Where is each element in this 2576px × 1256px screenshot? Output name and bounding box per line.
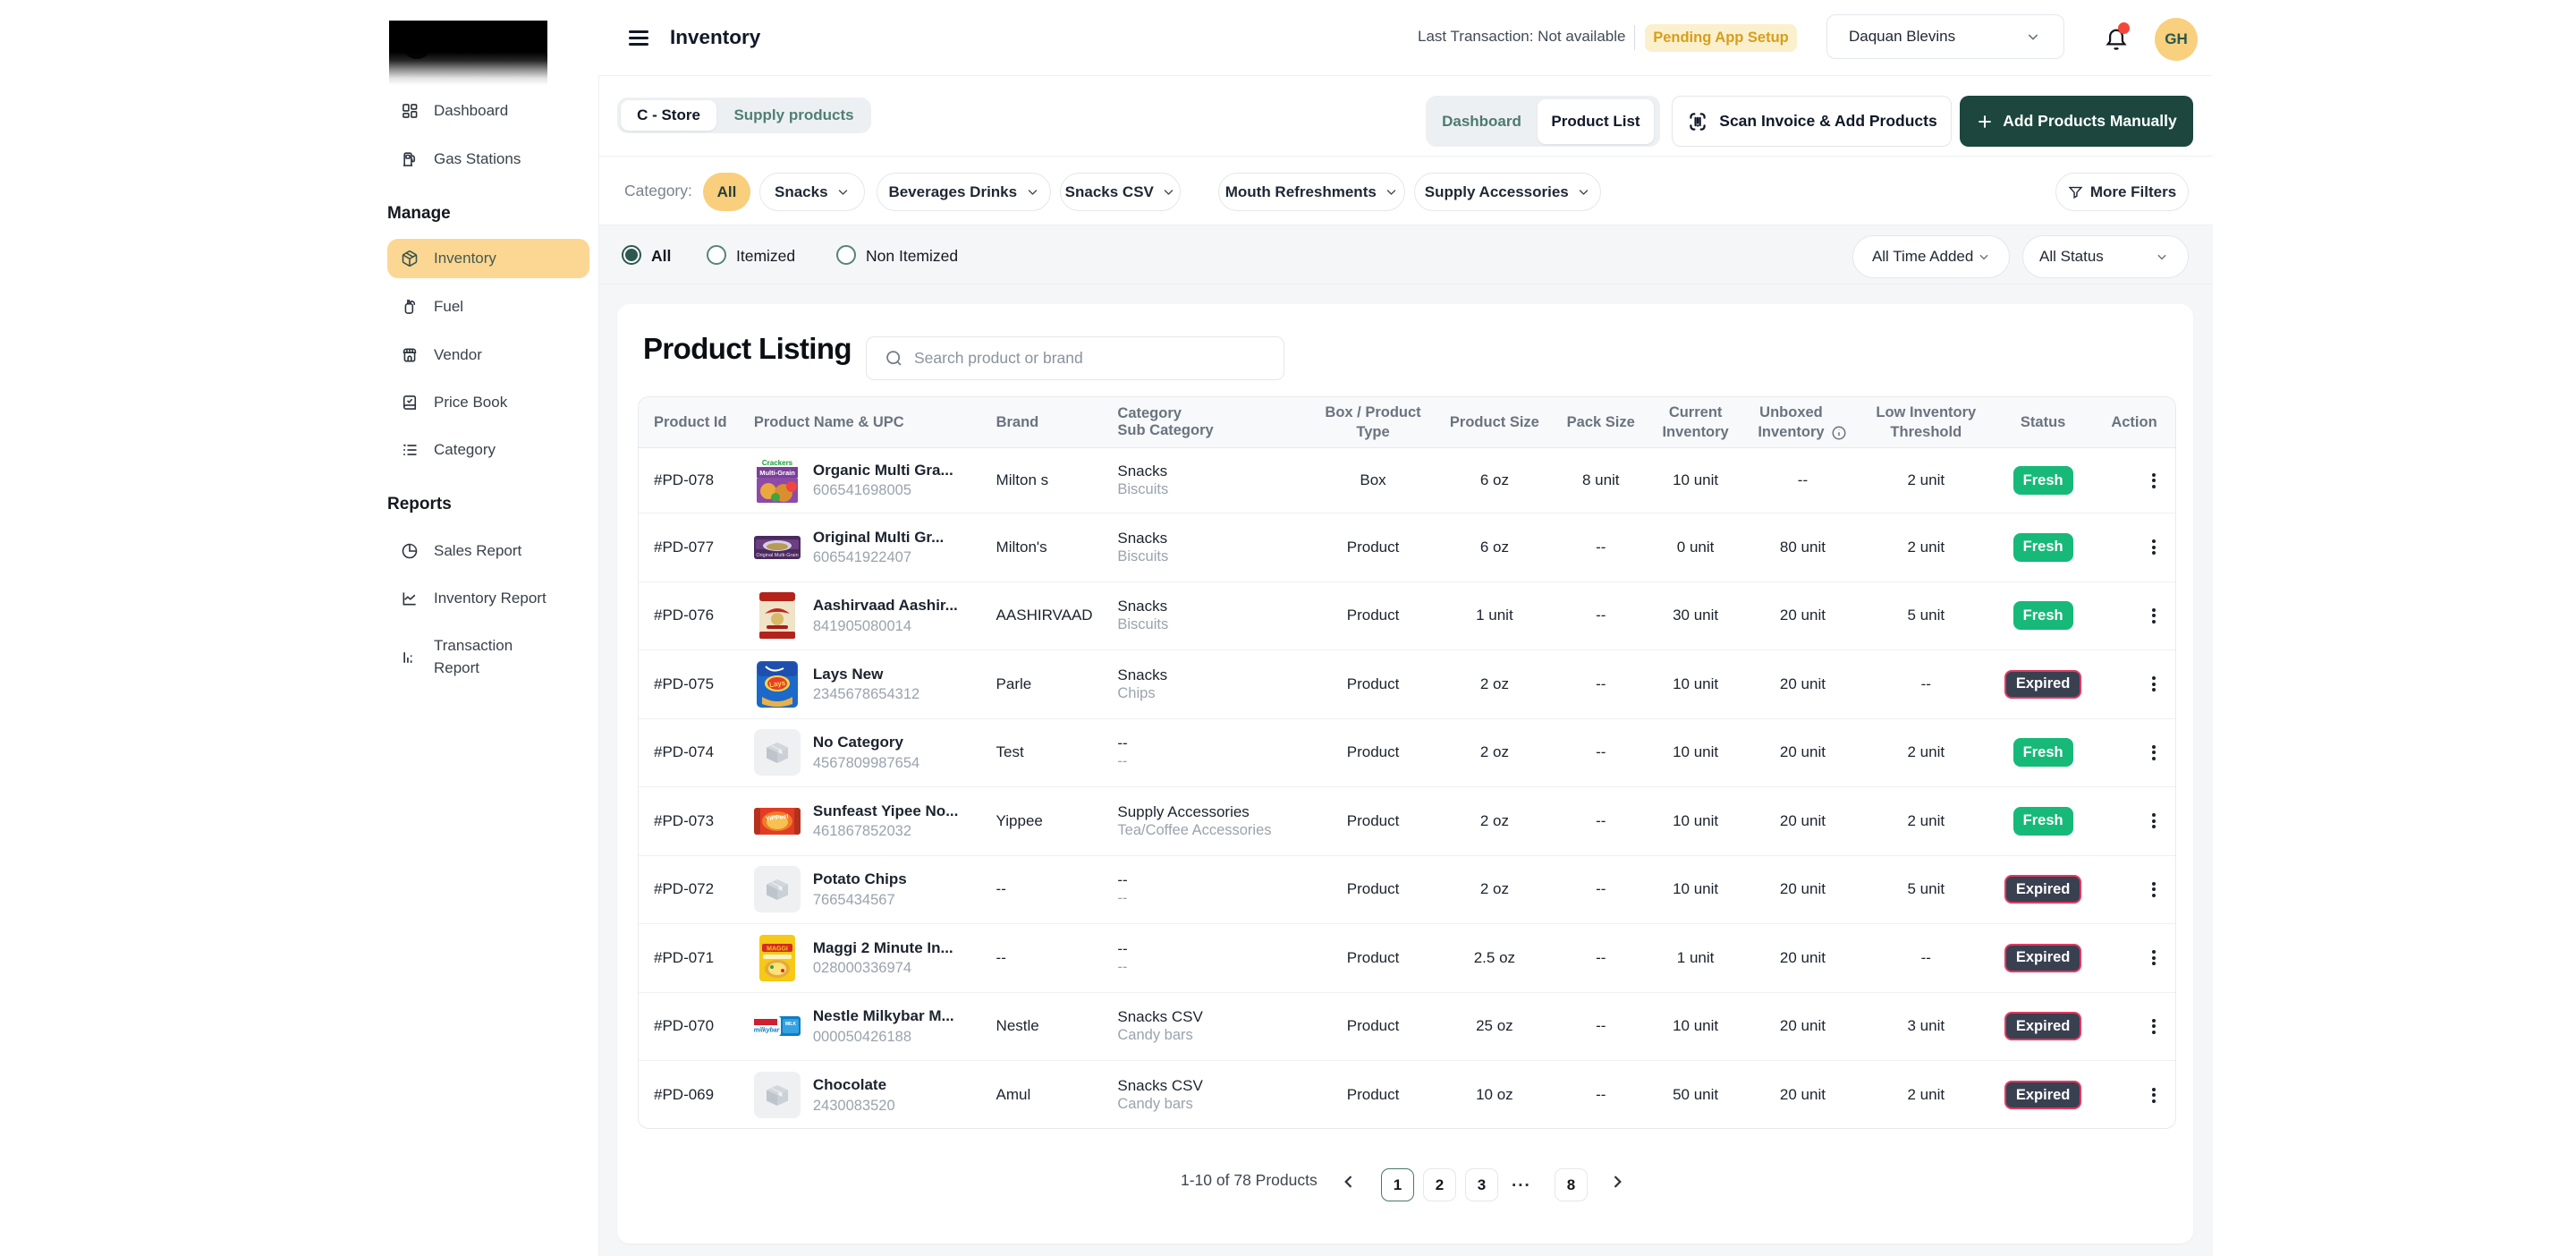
svg-text:MILK: MILK: [785, 1022, 797, 1027]
svg-text:MAGGI: MAGGI: [767, 946, 788, 952]
svg-text:Multi-Grain: Multi-Grain: [759, 469, 795, 477]
svg-text:Original Multi-Grain: Original Multi-Grain: [756, 553, 798, 558]
svg-text:milkybar: milkybar: [754, 1028, 781, 1034]
svg-text:Crackers: Crackers: [762, 459, 793, 467]
